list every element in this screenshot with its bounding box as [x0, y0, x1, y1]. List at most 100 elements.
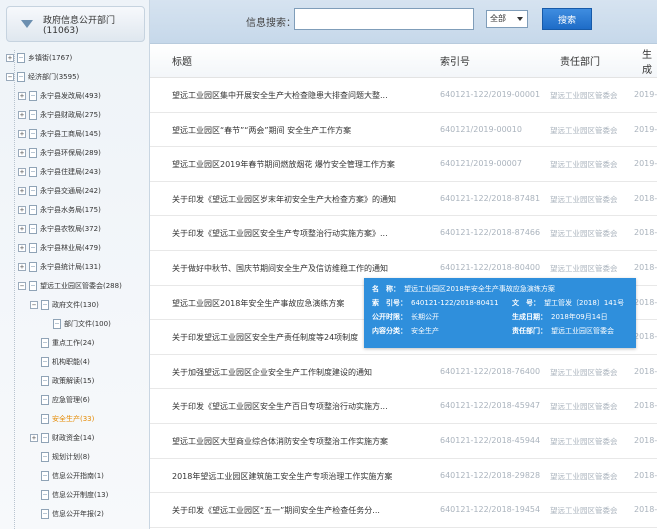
tree-node[interactable]: 机构职能(4) — [0, 352, 149, 371]
row-index: 640121/2019-00010 — [440, 124, 522, 134]
tree-node[interactable]: 部门文件(100) — [0, 314, 149, 333]
row-title[interactable]: 关于印发《望远工业园区安全生产专项整治行动实施方案》... — [172, 228, 388, 239]
tree-node-label[interactable]: 永宁县住建局(243) — [40, 167, 101, 177]
header-title[interactable]: 标题 — [172, 53, 192, 68]
tree-node[interactable]: + 永宁县环保局(289) — [0, 143, 149, 162]
tree-node-label[interactable]: 永宁县水务局(175) — [40, 205, 101, 215]
row-title[interactable]: 关于印发望远工业园区安全生产责任制度等24项制度 — [172, 332, 358, 343]
tree-node-label[interactable]: 永宁县交通局(242) — [40, 186, 101, 196]
row-title[interactable]: 关于印发《望远工业园区“五一”期间安全生产检查任务分... — [172, 505, 380, 516]
tree-node-label[interactable]: 机构职能(4) — [52, 357, 90, 367]
search-input[interactable] — [294, 8, 474, 30]
expand-icon[interactable]: + — [18, 129, 26, 138]
collapse-icon[interactable]: − — [18, 281, 26, 290]
tree-node-label[interactable]: 财政资金(14) — [52, 433, 94, 443]
tree-node[interactable]: 信息公开年报(2) — [0, 504, 149, 523]
tree-node[interactable]: + 永宁县农牧局(372) — [0, 219, 149, 238]
tree-node[interactable]: + 财政资金(14) — [0, 428, 149, 447]
tree-node-label[interactable]: 经济部门(3595) — [28, 72, 79, 82]
row-title[interactable]: 关于印发《望远工业园区安全生产百日专项整治行动实施方... — [172, 401, 388, 412]
row-dept: 望远工业园区管委会 — [550, 367, 618, 377]
row-dept: 望远工业园区管委会 — [550, 402, 618, 412]
expand-icon[interactable]: + — [18, 224, 26, 233]
tree-node-label[interactable]: 重点工作(24) — [52, 338, 94, 348]
tree-node[interactable]: − 政府文件(130) — [0, 295, 149, 314]
tree-node[interactable]: 政策解读(15) — [0, 371, 149, 390]
tree-connector-icon — [30, 510, 38, 518]
tree-node-label[interactable]: 永宁县财政局(275) — [40, 110, 101, 120]
row-title[interactable]: 望远工业园区2018年安全生产事故应急演练方案 — [172, 298, 344, 309]
row-dept: 望远工业园区管委会 — [550, 125, 618, 135]
collapse-icon[interactable]: − — [6, 72, 14, 81]
tree-node[interactable]: + 永宁县林业局(479) — [0, 238, 149, 257]
search-scope-select[interactable]: 全部 — [486, 10, 528, 28]
row-title[interactable]: 望远工业园区2019年春节期间燃放烟花 爆竹安全管理工作方案 — [172, 159, 395, 170]
page-icon — [41, 337, 49, 348]
department-tree: 政府信息公开部门 (11063) + 乡镇街(1767) − 经济部门(3595) + 永… — [0, 0, 150, 529]
page-icon — [41, 394, 49, 405]
tree-node-label[interactable]: 永宁县环保局(289) — [40, 148, 101, 158]
expand-icon[interactable]: + — [30, 433, 38, 442]
tree-node[interactable]: 信息公开指南(1) — [0, 466, 149, 485]
tree-connector-icon — [30, 377, 38, 385]
tree-node-label[interactable]: 永宁县林业局(479) — [40, 243, 101, 253]
header-dept[interactable]: 责任部门 — [560, 53, 600, 68]
tree-node[interactable]: + 永宁县财政局(275) — [0, 105, 149, 124]
expand-icon[interactable]: + — [18, 205, 26, 214]
table-row: 关于印发《望远工业园区“五一”期间安全生产检查任务分... 640121-122/… — [150, 493, 657, 528]
tree-node[interactable]: + 永宁县发改局(493) — [0, 86, 149, 105]
expand-icon[interactable]: + — [18, 243, 26, 252]
tree-node[interactable]: + 永宁县工商局(145) — [0, 124, 149, 143]
tree-node-label[interactable]: 应急管理(6) — [52, 395, 90, 405]
tree-node-label[interactable]: 安全生产(33) — [52, 414, 94, 424]
tree-node[interactable]: + 永宁县统计局(131) — [0, 257, 149, 276]
expand-icon[interactable]: + — [6, 53, 14, 62]
tree-node[interactable]: 规划计划(8) — [0, 447, 149, 466]
tree-node[interactable]: 重点工作(24) — [0, 333, 149, 352]
row-title[interactable]: 关于加强望远工业园区企业安全生产工作制度建设的通知 — [172, 367, 372, 378]
tree-node[interactable]: + 永宁县交通局(242) — [0, 181, 149, 200]
tree-node-label[interactable]: 政府文件(130) — [52, 300, 99, 310]
row-title[interactable]: 望远工业园区大型商业综合体消防安全专项整治工作实施方案 — [172, 436, 388, 447]
expand-icon[interactable]: + — [18, 262, 26, 271]
tree-node-label[interactable]: 永宁县农牧局(372) — [40, 224, 101, 234]
tree-node[interactable]: 应急管理(6) — [0, 390, 149, 409]
tree-node[interactable]: 安全生产(33) — [0, 409, 149, 428]
tree-root[interactable]: 政府信息公开部门 (11063) — [6, 6, 145, 42]
page-icon — [29, 109, 37, 120]
tree-node-label[interactable]: 永宁县工商局(145) — [40, 129, 101, 139]
search-button[interactable]: 搜索 — [542, 8, 592, 30]
row-title[interactable]: 关于印发《望远工业园区岁末年初安全生产大检查方案》的通知 — [172, 194, 396, 205]
tree-node-label[interactable]: 永宁县发改局(493) — [40, 91, 101, 101]
tree-node[interactable]: + 永宁县水务局(175) — [0, 200, 149, 219]
expand-icon[interactable]: + — [18, 148, 26, 157]
row-title[interactable]: 望远工业园区集中开展安全生产大检查隐患大排查问题大整... — [172, 90, 388, 101]
row-index: 640121-122/2018-87466 — [440, 228, 541, 238]
tree-node-label[interactable]: 望远工业园区管委会(288) — [40, 281, 122, 291]
tree-node-label[interactable]: 部门文件(100) — [64, 319, 111, 329]
tree-node-label[interactable]: 信息公开制度(13) — [52, 490, 108, 500]
tree-node[interactable]: 信息公开制度(13) — [0, 485, 149, 504]
row-title[interactable]: 关于做好中秋节、国庆节期间安全生产及信访维稳工作的通知 — [172, 263, 388, 274]
tree-node[interactable]: − 经济部门(3595) — [0, 67, 149, 86]
tree-node-label[interactable]: 政策解读(15) — [52, 376, 94, 386]
row-index: 640121/2019-00007 — [440, 159, 522, 169]
row-title[interactable]: 望远工业园区“春节”“两会”期间 安全生产工作方案 — [172, 125, 351, 136]
expand-icon[interactable]: + — [18, 91, 26, 100]
tree-node-label[interactable]: 规划计划(8) — [52, 452, 90, 462]
expand-icon[interactable]: + — [18, 186, 26, 195]
expand-icon[interactable]: + — [18, 167, 26, 176]
page-icon — [41, 413, 49, 424]
row-title[interactable]: 2018年望远工业园区建筑施工安全生产专项治理工作实施方案 — [172, 471, 392, 482]
tree-node-label[interactable]: 乡镇街(1767) — [28, 53, 72, 63]
tree-node[interactable]: − 望远工业园区管委会(288) — [0, 276, 149, 295]
header-date[interactable]: 生成 — [642, 46, 657, 76]
collapse-icon[interactable]: − — [30, 300, 38, 309]
tree-node[interactable]: + 永宁县住建局(243) — [0, 162, 149, 181]
header-index[interactable]: 索引号 — [440, 53, 470, 68]
expand-icon[interactable]: + — [18, 110, 26, 119]
tree-node-label[interactable]: 信息公开年报(2) — [52, 509, 104, 519]
tree-node-label[interactable]: 永宁县统计局(131) — [40, 262, 101, 272]
tree-node[interactable]: + 乡镇街(1767) — [0, 48, 149, 67]
tree-node-label[interactable]: 信息公开指南(1) — [52, 471, 104, 481]
